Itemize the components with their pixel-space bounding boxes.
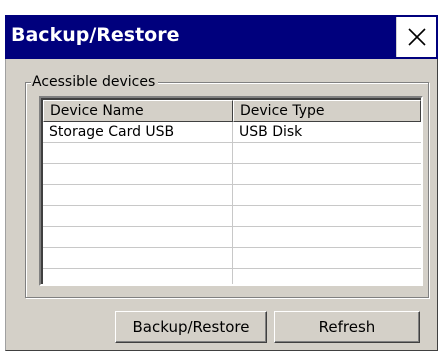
device-name-cell xyxy=(43,185,233,205)
table-row[interactable] xyxy=(43,206,421,227)
device-name-cell xyxy=(43,143,233,163)
table-row[interactable] xyxy=(43,164,421,185)
table-row[interactable]: Storage Card USB USB Disk xyxy=(43,122,421,143)
column-header-device-type[interactable]: Device Type xyxy=(233,100,421,122)
device-name-cell xyxy=(43,164,233,184)
close-button[interactable] xyxy=(396,17,436,57)
table-row[interactable] xyxy=(43,143,421,164)
close-x-icon xyxy=(408,28,426,46)
device-name-cell xyxy=(43,269,233,284)
table-row[interactable] xyxy=(43,185,421,206)
device-name-cell: Storage Card USB xyxy=(43,122,233,142)
refresh-button[interactable]: Refresh xyxy=(274,311,420,343)
device-type-cell xyxy=(233,143,421,163)
device-name-cell xyxy=(43,248,233,268)
list-rows: Storage Card USB USB Disk xyxy=(43,122,421,284)
device-type-cell xyxy=(233,164,421,184)
backup-restore-button[interactable]: Backup/Restore xyxy=(115,311,267,343)
device-type-cell xyxy=(233,248,421,268)
column-header-device-name[interactable]: Device Name xyxy=(43,100,233,122)
device-type-cell xyxy=(233,227,421,247)
device-type-cell xyxy=(233,185,421,205)
table-row[interactable] xyxy=(43,227,421,248)
dialog-body: Acessible devices Device Name Device Typ… xyxy=(5,59,438,351)
device-name-cell xyxy=(43,227,233,247)
device-name-cell xyxy=(43,206,233,226)
list-header: Device Name Device Type xyxy=(43,100,421,122)
device-type-cell xyxy=(233,206,421,226)
table-row[interactable] xyxy=(43,248,421,269)
backup-restore-dialog: Backup/Restore Acessible devices Device … xyxy=(0,0,441,354)
title-bar: Backup/Restore xyxy=(5,15,438,59)
accessible-devices-group: Acessible devices Device Name Device Typ… xyxy=(25,73,429,298)
window-title: Backup/Restore xyxy=(11,24,180,46)
table-row[interactable] xyxy=(43,269,421,284)
group-label: Acessible devices xyxy=(31,73,159,91)
devices-list[interactable]: Device Name Device Type Storage Card USB… xyxy=(39,96,423,286)
device-type-cell xyxy=(233,269,421,284)
device-type-cell: USB Disk xyxy=(239,124,303,140)
